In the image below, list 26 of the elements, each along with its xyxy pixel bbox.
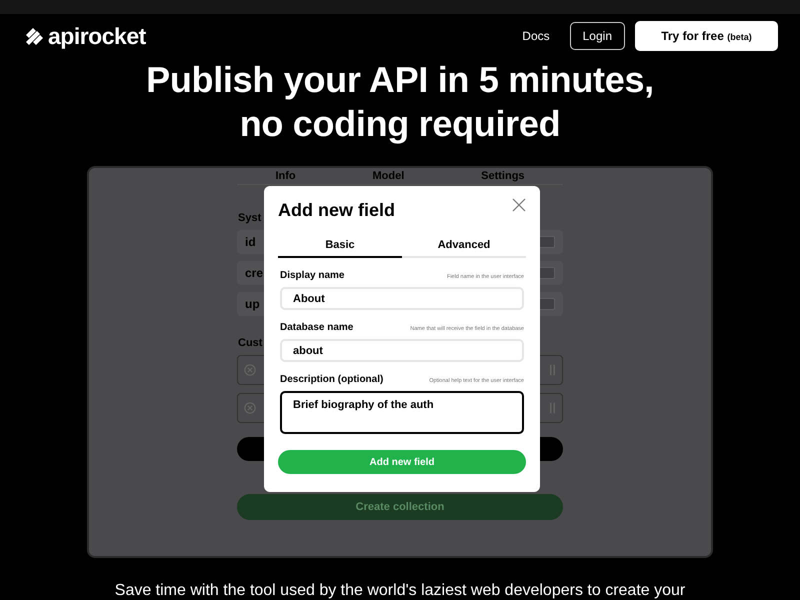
close-icon[interactable] (512, 198, 526, 212)
field-label: Database name (280, 322, 354, 333)
field-label: Description (optional) (280, 374, 384, 385)
try-free-button[interactable]: Try for free (beta) (635, 21, 778, 51)
section-label: Syst (238, 212, 262, 224)
modal-tab[interactable]: Advanced (402, 235, 526, 258)
text-field[interactable]: About (280, 287, 524, 310)
section-label: Cust (238, 337, 264, 349)
modal-tab[interactable]: Basic (278, 235, 402, 258)
tagline-text: Save time with the tool used by the world's laziest web developers to create your (114, 582, 686, 600)
drag-handle-icon[interactable] (549, 364, 556, 376)
field-name: up (245, 297, 260, 311)
modal-title: Add new field (278, 200, 395, 221)
remove-icon[interactable] (244, 402, 256, 414)
hero-heading: Publish your API in 5 minutes, no coding required (145, 58, 655, 146)
field-name: cre (245, 266, 264, 280)
text-field[interactable]: about (280, 339, 524, 362)
drag-handle-icon[interactable] (549, 402, 556, 414)
logo-text[interactable]: apirocket (48, 22, 146, 50)
logo-icon[interactable] (24, 26, 44, 46)
login-button[interactable]: Login (570, 22, 625, 50)
description-field[interactable]: Brief biography of the auth (280, 391, 524, 434)
field-name: id (245, 235, 256, 249)
docs-link[interactable]: Docs (514, 23, 558, 49)
field-label: Display name (280, 270, 344, 281)
remove-icon[interactable] (244, 364, 256, 376)
